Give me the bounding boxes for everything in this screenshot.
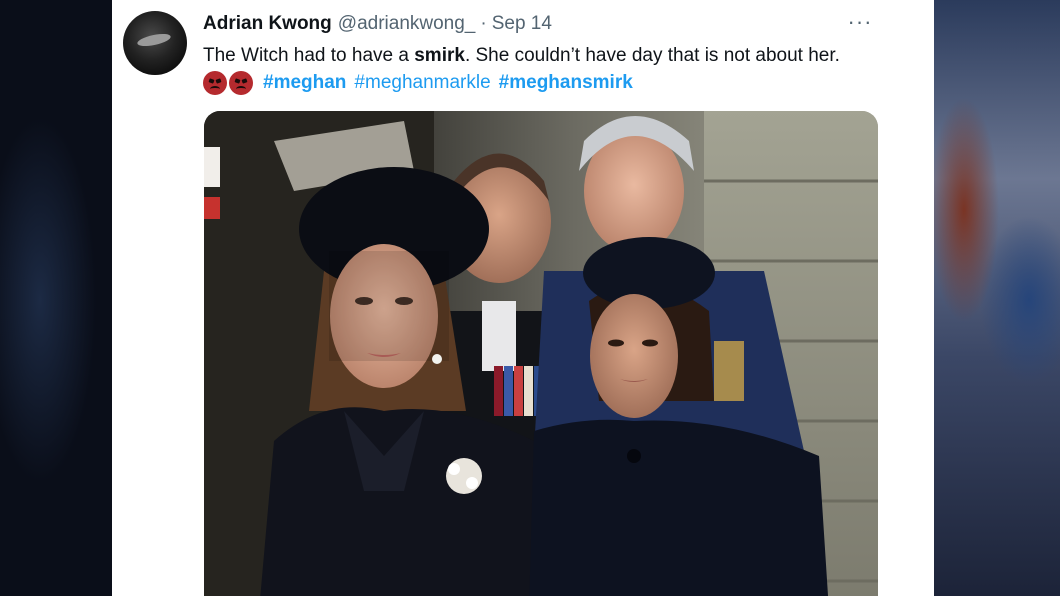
- separator-dot: ·: [480, 13, 487, 34]
- tweet-text-part-2: . She couldn’t have day that is not abou…: [464, 45, 840, 66]
- author-handle[interactable]: @adriankwong_: [338, 13, 476, 35]
- tweet-header: Adrian Kwong @adriankwong_ · Sep 14: [203, 12, 552, 36]
- blurred-background-right: [934, 0, 1060, 596]
- more-options-icon[interactable]: ···: [842, 11, 878, 36]
- tweet-text-bold: smirk: [414, 45, 465, 66]
- author-avatar[interactable]: [123, 11, 187, 75]
- tweet-photo[interactable]: [204, 111, 878, 596]
- hashtag-meghan[interactable]: #meghan: [263, 69, 346, 96]
- photo-illustration: [204, 111, 878, 596]
- tweet-text-line-2: #meghan #meghanmarkle #meghansmirk: [203, 69, 903, 96]
- angry-face-icon: [229, 70, 253, 95]
- hashtag-meghanmarkle[interactable]: #meghanmarkle: [354, 69, 490, 96]
- hashtag-meghansmirk[interactable]: #meghansmirk: [499, 69, 633, 96]
- tweet-date[interactable]: Sep 14: [492, 13, 552, 35]
- author-name[interactable]: Adrian Kwong: [203, 13, 332, 35]
- tweet-card[interactable]: Adrian Kwong @adriankwong_ · Sep 14 ··· …: [112, 0, 934, 596]
- angry-face-icon: [203, 70, 227, 95]
- blurred-background-left: [0, 0, 112, 596]
- tweet-text: The Witch had to have a smirk. She could…: [203, 42, 903, 96]
- tweet-text-line-1: The Witch had to have a smirk. She could…: [203, 42, 903, 69]
- tweet-text-part-1: The Witch had to have a: [203, 45, 415, 66]
